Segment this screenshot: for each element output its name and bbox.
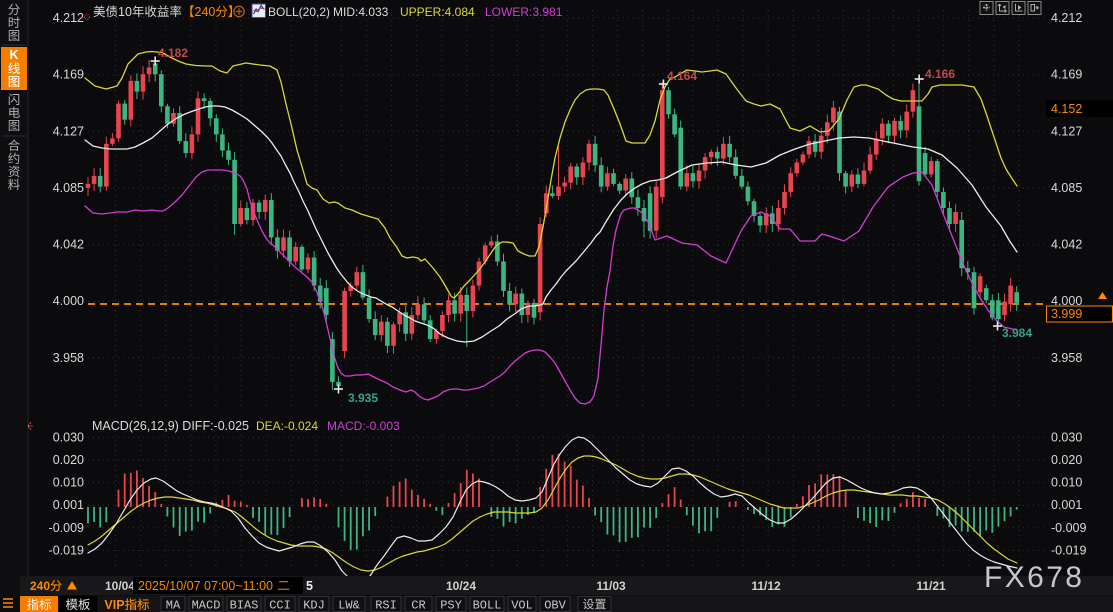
- svg-text:0.010: 0.010: [1051, 476, 1082, 490]
- svg-text:3.984: 3.984: [1002, 326, 1032, 340]
- svg-text:BIAS: BIAS: [230, 599, 259, 612]
- svg-text:4.169: 4.169: [53, 68, 84, 82]
- svg-text:10/04: 10/04: [105, 579, 135, 593]
- svg-text:CCI: CCI: [269, 599, 291, 612]
- svg-text:LW&: LW&: [338, 599, 360, 612]
- svg-text:4.042: 4.042: [1051, 238, 1082, 252]
- svg-text:3.958: 3.958: [53, 351, 84, 365]
- svg-text:3.958: 3.958: [1051, 351, 1082, 365]
- svg-text:5: 5: [306, 579, 313, 593]
- svg-text:-0.009: -0.009: [1051, 521, 1086, 535]
- svg-text:4.169: 4.169: [1051, 68, 1082, 82]
- svg-text:4.164: 4.164: [667, 69, 697, 83]
- svg-text:UPPER:4.084: UPPER:4.084: [400, 5, 475, 19]
- svg-text:10: 10: [118, 5, 132, 19]
- svg-text:-0.019: -0.019: [49, 543, 84, 557]
- svg-text:0.030: 0.030: [53, 430, 84, 444]
- svg-text:OBV: OBV: [544, 599, 566, 612]
- svg-text:0.001: 0.001: [1051, 498, 1082, 512]
- svg-text:KDJ: KDJ: [303, 599, 325, 612]
- svg-text:0.020: 0.020: [53, 453, 84, 467]
- svg-text:11/21: 11/21: [916, 579, 946, 593]
- svg-text:MA: MA: [166, 599, 181, 612]
- svg-text:4.127: 4.127: [53, 124, 84, 138]
- svg-text:MACD:-0.003: MACD:-0.003: [327, 419, 400, 433]
- svg-text:DEA:-0.024: DEA:-0.024: [256, 419, 318, 433]
- svg-text:4.182: 4.182: [158, 46, 188, 60]
- svg-text:BOLL(20,2): BOLL(20,2): [268, 5, 330, 19]
- svg-text:11/12: 11/12: [751, 579, 781, 593]
- svg-text:4.085: 4.085: [53, 181, 84, 195]
- svg-text:CR: CR: [411, 599, 425, 612]
- svg-text:BOLL: BOLL: [473, 599, 502, 612]
- svg-text:4.166: 4.166: [925, 67, 955, 81]
- svg-text:PSY: PSY: [440, 599, 462, 612]
- svg-text:3.999: 3.999: [1051, 307, 1082, 321]
- svg-text:0.030: 0.030: [1051, 430, 1082, 444]
- svg-text:2025/10/07 07:00~11:00: 2025/10/07 07:00~11:00: [138, 579, 273, 593]
- svg-text:0.001: 0.001: [53, 498, 84, 512]
- svg-text:-0.019: -0.019: [1051, 543, 1086, 557]
- svg-text:MACD: MACD: [192, 599, 221, 612]
- svg-text:VIP: VIP: [104, 598, 124, 612]
- svg-text:RSI: RSI: [375, 599, 397, 612]
- svg-text:MID:4.033: MID:4.033: [333, 5, 389, 19]
- svg-text:11/03: 11/03: [596, 579, 626, 593]
- svg-text:4.212: 4.212: [1051, 11, 1082, 25]
- svg-text:LOWER:3.981: LOWER:3.981: [485, 5, 563, 19]
- svg-text:10/24: 10/24: [446, 579, 476, 593]
- svg-text:MACD(26,12,9) DIFF:-0.025: MACD(26,12,9) DIFF:-0.025: [92, 419, 249, 433]
- svg-text:4.212: 4.212: [53, 11, 84, 25]
- svg-text:240: 240: [195, 5, 216, 19]
- svg-text:FX678: FX678: [984, 561, 1084, 594]
- svg-text:4.042: 4.042: [53, 238, 84, 252]
- svg-text:-0.009: -0.009: [49, 521, 84, 535]
- svg-text:3.935: 3.935: [348, 391, 378, 405]
- svg-text:K: K: [10, 48, 19, 62]
- svg-text:240: 240: [30, 579, 50, 593]
- svg-text:4.152: 4.152: [1051, 102, 1082, 116]
- svg-text:0.010: 0.010: [53, 476, 84, 490]
- svg-text:0.020: 0.020: [1051, 453, 1082, 467]
- svg-text:4.000: 4.000: [53, 294, 84, 308]
- svg-text:4.127: 4.127: [1051, 124, 1082, 138]
- svg-text:VOL: VOL: [511, 599, 533, 612]
- svg-text:4.085: 4.085: [1051, 181, 1082, 195]
